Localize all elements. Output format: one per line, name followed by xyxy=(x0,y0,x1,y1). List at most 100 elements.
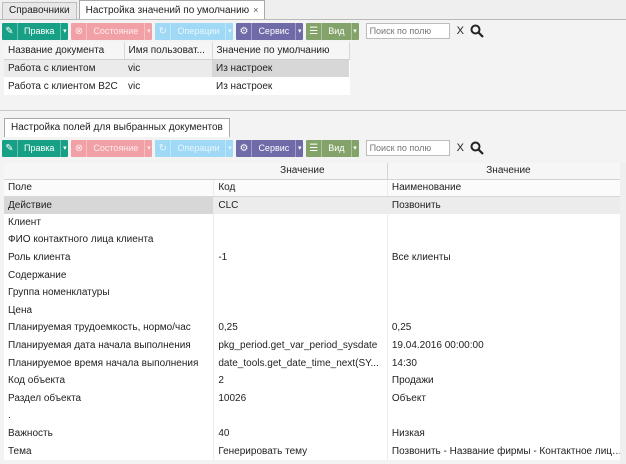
table-cell[interactable]: Позвонить - Название фирмы - Контактное … xyxy=(387,442,626,460)
chevron-down-icon[interactable]: ▾ xyxy=(350,139,359,157)
table-cell[interactable]: Содержание xyxy=(4,266,215,284)
table-row[interactable]: Планируемая дата начала выполнения pkg_pe… xyxy=(4,336,626,355)
table-cell[interactable]: Все клиенты xyxy=(387,248,626,267)
search-icon[interactable] xyxy=(470,141,484,155)
table-row[interactable]: Тема Генерировать тему Позвонить - Названи… xyxy=(4,442,626,460)
table-row[interactable]: Код объекта 2 Продажи xyxy=(4,371,626,390)
table-cell[interactable]: 2 xyxy=(213,371,388,390)
table-cell[interactable] xyxy=(213,231,388,249)
table-cell[interactable]: CLC xyxy=(213,196,388,214)
table-cell[interactable]: Генерировать тему xyxy=(213,442,388,460)
chevron-down-icon[interactable]: ▾ xyxy=(60,22,68,40)
table-cell[interactable]: 19.04.2016 00:00:00 xyxy=(387,336,626,355)
table-cell[interactable]: Раздел объекта xyxy=(4,389,215,408)
table-cell[interactable] xyxy=(213,266,388,284)
table-row[interactable]: Раздел объекта 10026 Объект xyxy=(4,389,626,408)
table-row[interactable]: Клиент xyxy=(4,213,626,232)
clear-search-icon[interactable]: X xyxy=(457,142,464,154)
table-cell[interactable]: Роль клиента xyxy=(4,248,215,267)
table-cell[interactable] xyxy=(387,407,626,425)
table-row[interactable]: Работа с клиентом B2C vic Из настроек xyxy=(4,77,349,95)
table-cell[interactable]: -1 xyxy=(213,248,388,267)
edit-button[interactable]: ✎ Правка ▾ xyxy=(2,22,69,40)
table-cell[interactable]: Продажи xyxy=(387,371,626,390)
table-cell[interactable]: ФИО контактного лица клиента xyxy=(4,231,215,249)
table-cell[interactable] xyxy=(387,213,626,232)
table-cell[interactable]: Работа с клиентом B2C xyxy=(4,77,124,95)
table-cell[interactable]: Низкая xyxy=(387,424,626,443)
table-cell[interactable]: vic xyxy=(124,59,212,77)
chevron-down-icon[interactable]: ▾ xyxy=(225,139,233,157)
operations-button[interactable]: ↻ Операции ▾ xyxy=(155,22,234,40)
table-cell[interactable]: Тема xyxy=(4,442,215,460)
table-row[interactable]: Планируемое время начала выполнения date_… xyxy=(4,354,626,372)
table-cell[interactable]: Объект xyxy=(387,389,626,408)
table-cell[interactable]: Планируемая дата начала выполнения xyxy=(4,336,215,355)
table-cell[interactable] xyxy=(213,407,388,425)
column-header[interactable]: Имя пользоват... xyxy=(124,42,213,60)
tab-field-settings[interactable]: Настройка полей для выбранных документов xyxy=(4,118,230,137)
table-cell[interactable] xyxy=(213,301,388,320)
table-row[interactable]: Содержание xyxy=(4,266,626,284)
service-button[interactable]: ⚙ Сервис ▾ xyxy=(236,139,304,157)
column-header[interactable]: Название документа xyxy=(4,42,125,60)
view-button[interactable]: ☰ Вид ▾ xyxy=(306,139,359,157)
table-cell[interactable]: Код объекта xyxy=(4,371,215,390)
table-cell[interactable]: Действие xyxy=(4,196,215,214)
table-cell[interactable]: Позвонить xyxy=(387,196,626,214)
column-group-header[interactable]: Значение xyxy=(387,163,626,180)
table-row[interactable]: . xyxy=(4,407,626,425)
table-row[interactable]: Важность 40 Низкая xyxy=(4,424,626,443)
table-cell[interactable] xyxy=(387,266,626,284)
tab-references[interactable]: Справочники xyxy=(2,2,77,19)
column-header[interactable]: Код xyxy=(213,179,388,197)
search-icon[interactable] xyxy=(470,24,484,38)
table-row[interactable]: Работа с клиентом vic Из настроек xyxy=(4,59,349,77)
search-input[interactable] xyxy=(365,140,450,156)
table-row[interactable]: Планируемая трудоемкость, нормо/час 0,25 0… xyxy=(4,319,626,337)
edit-button[interactable]: ✎ Правка ▾ xyxy=(2,139,69,157)
view-button[interactable]: ☰ Вид ▾ xyxy=(306,22,359,40)
column-header[interactable]: Значение по умолчанию xyxy=(212,42,350,60)
table-cell[interactable]: date_tools.get_date_time_next(SY... xyxy=(213,354,388,372)
table-cell[interactable]: Цена xyxy=(4,301,215,320)
search-input[interactable] xyxy=(365,23,450,39)
table-cell[interactable]: Работа с клиентом xyxy=(4,59,124,77)
table-cell[interactable]: Клиент xyxy=(4,213,215,232)
service-button[interactable]: ⚙ Сервис ▾ xyxy=(236,22,304,40)
column-group-header[interactable]: Значение xyxy=(213,163,388,180)
table-row[interactable]: Роль клиента -1 Все клиенты xyxy=(4,248,626,267)
state-button[interactable]: ⊗ Состояние ▾ xyxy=(71,139,153,157)
table-cell[interactable] xyxy=(387,231,626,249)
vertical-scrollbar[interactable] xyxy=(620,163,626,464)
column-header[interactable]: Наименование xyxy=(387,179,626,197)
table-cell[interactable]: 0,25 xyxy=(213,319,388,337)
table-cell[interactable]: pkg_period.get_var_period_sysdate xyxy=(213,336,388,355)
table-cell[interactable]: Планируемое время начала выполнения xyxy=(4,354,215,372)
table-row[interactable]: ФИО контактного лица клиента xyxy=(4,231,626,249)
table-row[interactable]: Цена xyxy=(4,301,626,320)
chevron-down-icon[interactable]: ▾ xyxy=(144,22,152,40)
table-row[interactable]: Группа номенклатуры xyxy=(4,283,626,302)
table-cell[interactable]: . xyxy=(4,407,215,425)
table-cell[interactable]: Из настроек xyxy=(212,59,349,77)
clear-search-icon[interactable]: X xyxy=(457,25,464,37)
chevron-down-icon[interactable]: ▾ xyxy=(295,139,303,157)
table-cell[interactable]: 0,25 xyxy=(387,319,626,337)
chevron-down-icon[interactable]: ▾ xyxy=(295,22,303,40)
chevron-down-icon[interactable]: ▾ xyxy=(60,139,68,157)
table-cell[interactable]: Из настроек xyxy=(212,77,349,95)
operations-button[interactable]: ↻ Операции ▾ xyxy=(155,139,234,157)
table-cell[interactable]: Важность xyxy=(4,424,215,443)
close-icon[interactable]: × xyxy=(253,5,258,15)
table-cell[interactable]: 10026 xyxy=(213,389,388,408)
state-button[interactable]: ⊗ Состояние ▾ xyxy=(71,22,153,40)
table-cell[interactable]: 14:30 xyxy=(387,354,626,372)
chevron-down-icon[interactable]: ▾ xyxy=(350,22,359,40)
tab-default-values[interactable]: Настройка значений по умолчанию × xyxy=(78,0,266,19)
chevron-down-icon[interactable]: ▾ xyxy=(225,22,233,40)
column-header[interactable]: Поле xyxy=(4,179,215,197)
table-cell[interactable]: Группа номенклатуры xyxy=(4,283,215,302)
table-cell[interactable]: vic xyxy=(124,77,212,95)
chevron-down-icon[interactable]: ▾ xyxy=(144,139,152,157)
